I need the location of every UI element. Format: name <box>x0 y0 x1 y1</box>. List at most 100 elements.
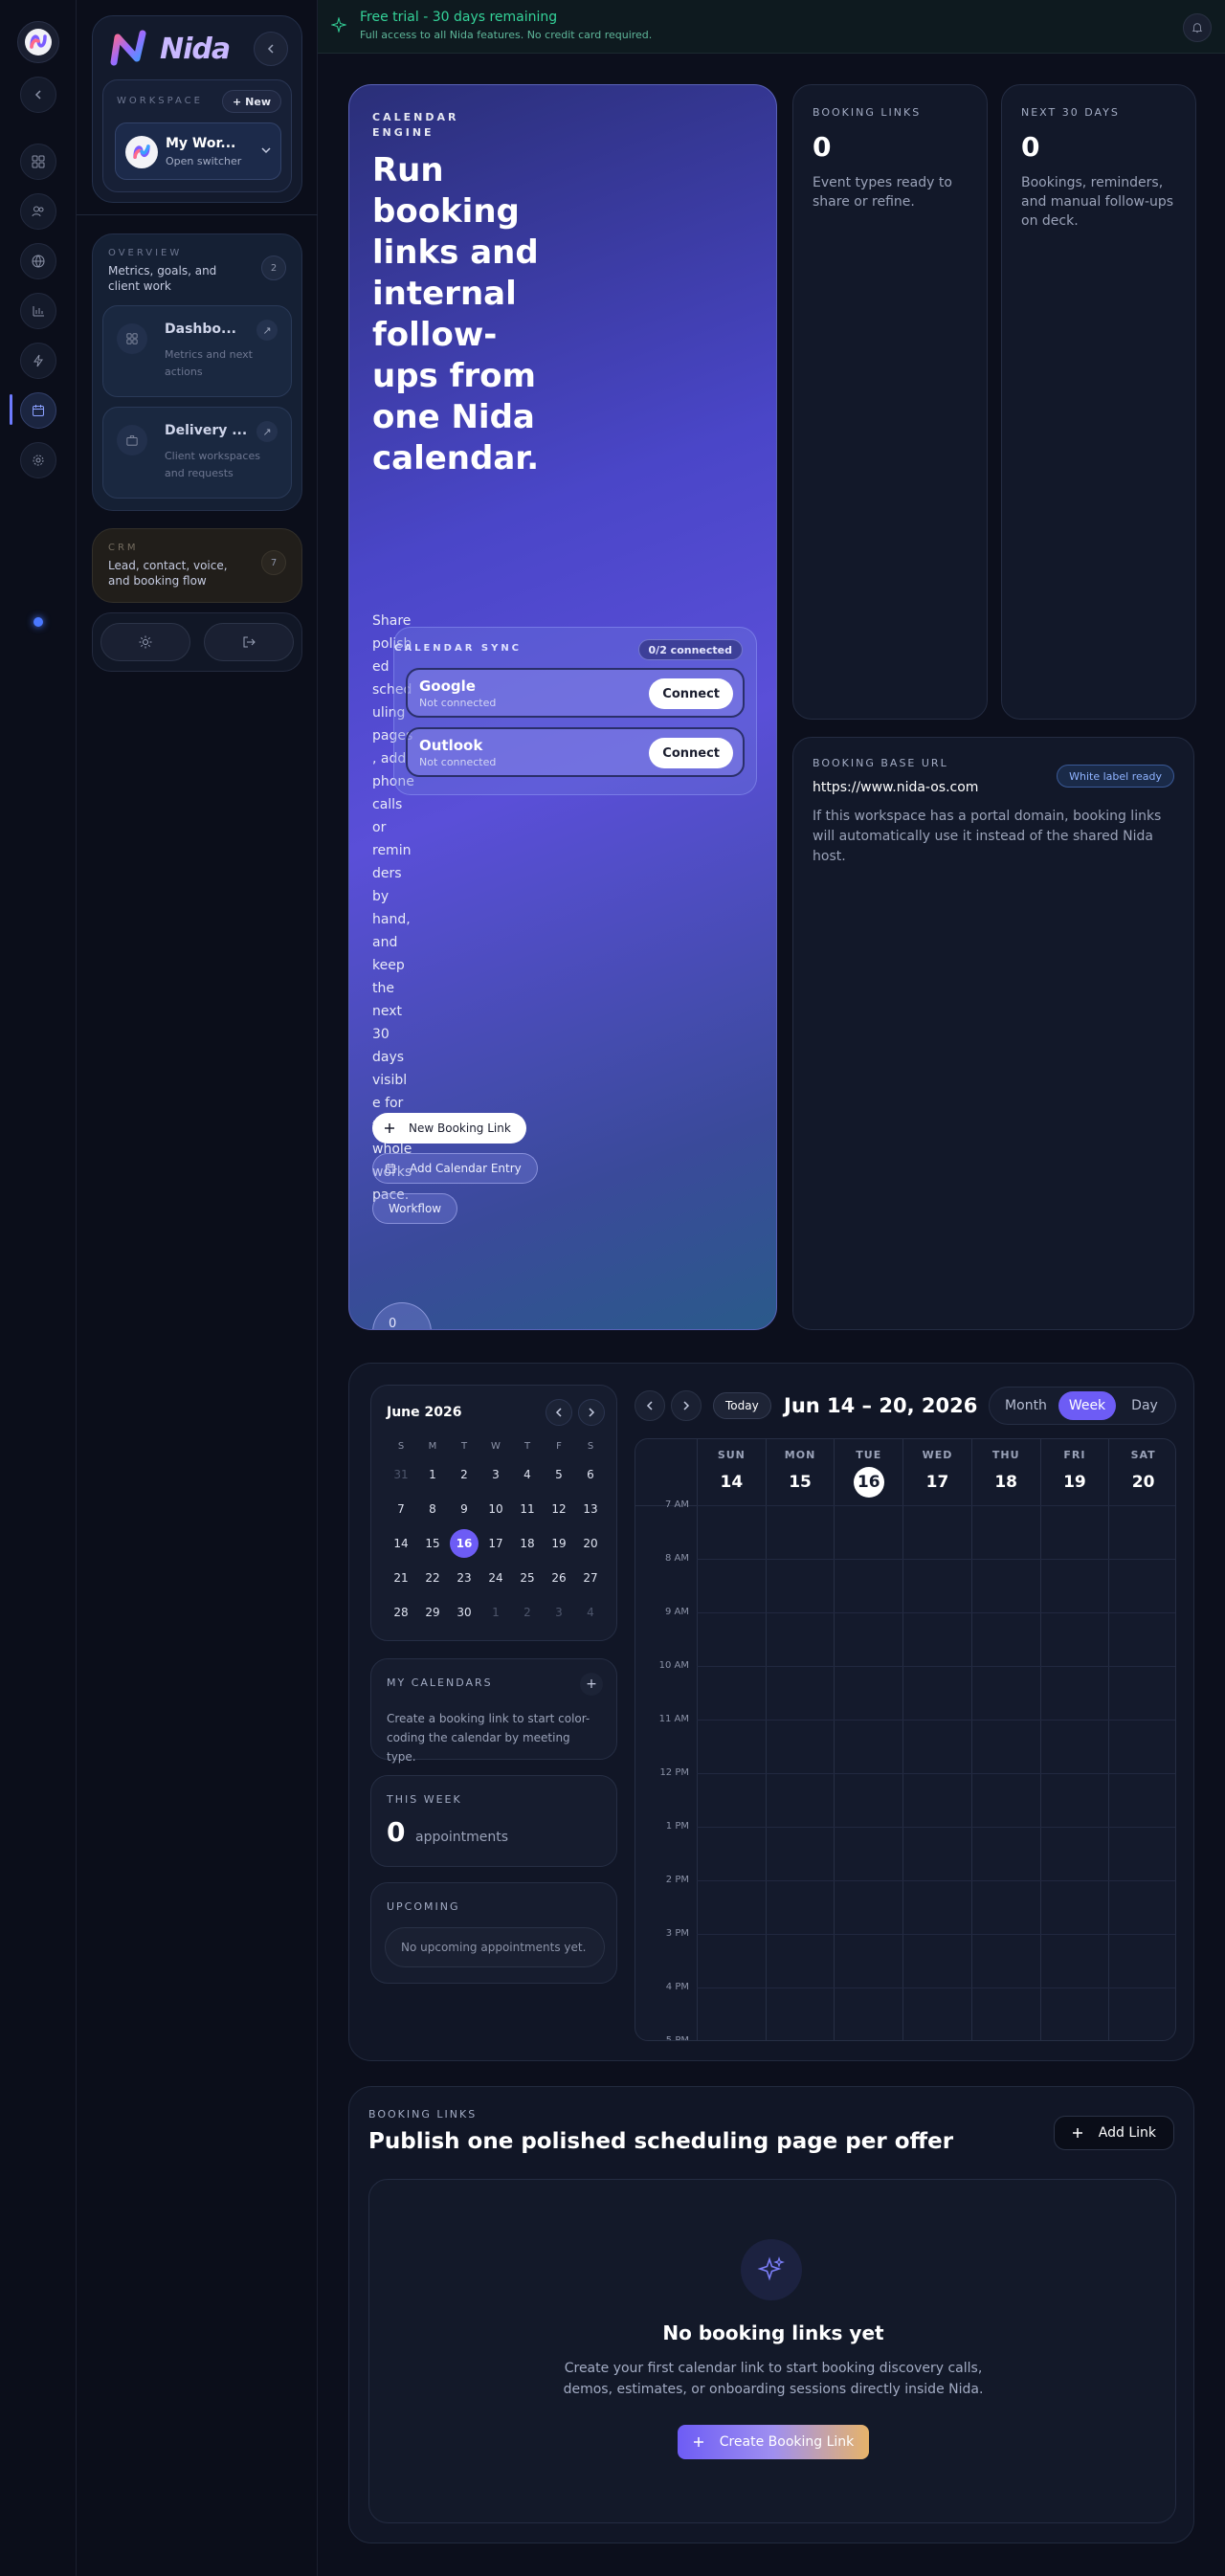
lightning-icon[interactable] <box>20 343 56 379</box>
calendar-day[interactable]: 1 <box>418 1460 447 1489</box>
calendar-day[interactable]: 19 <box>545 1529 573 1558</box>
next-month-button[interactable] <box>578 1399 605 1426</box>
day-of-week: TUE <box>856 1449 882 1461</box>
calendar-day[interactable]: 29 <box>418 1598 447 1627</box>
calendar-day[interactable]: 3 <box>545 1598 573 1627</box>
add-link-button[interactable]: Add Link <box>1053 2116 1174 2150</box>
nav-group-crm[interactable]: CRM Lead, contact, voice, and booking fl… <box>92 528 302 603</box>
calendar-day[interactable]: 16 <box>450 1529 479 1558</box>
day-column-header[interactable]: SAT 20 <box>1108 1439 1175 1506</box>
calendar-day[interactable]: 20 <box>576 1529 605 1558</box>
calendar-day[interactable]: 8 <box>418 1495 447 1523</box>
day-column-header[interactable]: TUE 16 <box>834 1439 902 1506</box>
calendar-day[interactable]: 21 <box>387 1564 415 1592</box>
today-button[interactable]: Today <box>713 1392 771 1419</box>
calendar-day[interactable]: 17 <box>481 1529 510 1558</box>
brand[interactable]: Nida <box>108 30 231 68</box>
calendar-day[interactable]: 9 <box>450 1495 479 1523</box>
plus-icon <box>693 2437 703 2447</box>
workflow-button[interactable]: Workflow <box>372 1193 458 1224</box>
calendar-day[interactable]: 18 <box>513 1529 542 1558</box>
calendar-day[interactable]: 25 <box>513 1564 542 1592</box>
notifications-button[interactable] <box>1183 13 1212 42</box>
button-label: New Booking Link <box>409 1121 511 1135</box>
calendar-day[interactable]: 30 <box>450 1598 479 1627</box>
workspace-switcher[interactable]: My Wor... Open switcher <box>115 122 281 180</box>
new-booking-link-button[interactable]: New Booking Link <box>372 1113 526 1144</box>
day-column-header[interactable]: WED 17 <box>902 1439 971 1506</box>
calendar-day[interactable]: 1 <box>481 1598 510 1627</box>
calendar-day[interactable]: 7 <box>387 1495 415 1523</box>
day-column-header[interactable]: FRI 19 <box>1039 1439 1109 1506</box>
connect-google-button[interactable]: Connect <box>649 678 733 709</box>
add-calendar-entry-button[interactable]: Add Calendar Entry <box>372 1153 538 1184</box>
section-title: Publish one polished scheduling page per… <box>368 2129 954 2154</box>
create-booking-link-button[interactable]: Create Booking Link <box>678 2425 869 2459</box>
this-week-card: THIS WEEK 0 appointments <box>370 1775 617 1867</box>
view-month[interactable]: Month <box>995 1391 1057 1420</box>
base-url-value[interactable]: https://www.nida-os.com <box>813 780 978 795</box>
connect-outlook-button[interactable]: Connect <box>649 738 733 768</box>
prev-month-button[interactable] <box>546 1399 572 1426</box>
calendar-day[interactable]: 4 <box>513 1460 542 1489</box>
plus-icon <box>385 1123 394 1133</box>
group-label: OVERVIEW <box>108 248 183 258</box>
stat-label: NEXT 30 DAYS <box>1021 106 1120 119</box>
calendar-day[interactable]: 24 <box>481 1564 510 1592</box>
day-column-header[interactable]: SUN 14 <box>697 1439 766 1506</box>
calendar-day[interactable]: 6 <box>576 1460 605 1489</box>
users-icon[interactable] <box>20 193 56 230</box>
calendar-icon[interactable] <box>20 392 56 429</box>
calendar-day[interactable]: 15 <box>418 1529 447 1558</box>
theme-toggle-button[interactable] <box>100 623 190 661</box>
calendar-day[interactable]: 28 <box>387 1598 415 1627</box>
calendar-day[interactable]: 2 <box>513 1598 542 1627</box>
calendar-day[interactable]: 5 <box>545 1460 573 1489</box>
bar-chart-icon[interactable] <box>20 293 56 329</box>
day-column-header[interactable]: MON 15 <box>765 1439 835 1506</box>
day-of-week: FRI <box>1063 1449 1086 1461</box>
sidebar-item-dashboard[interactable]: Dashbo... ↗ Metrics and next actions <box>102 305 292 397</box>
bell-icon <box>1192 23 1203 33</box>
calendar-day[interactable]: 14 <box>387 1529 415 1558</box>
new-workspace-button[interactable]: + New <box>221 90 281 113</box>
collapse-sidebar-button[interactable] <box>254 32 288 66</box>
calendar-day[interactable]: 13 <box>576 1495 605 1523</box>
chevron-left-icon <box>267 44 274 54</box>
calendar-day[interactable]: 2 <box>450 1460 479 1489</box>
sidebar-item-delivery[interactable]: Delivery ... ↗ Client workspaces and req… <box>102 407 292 499</box>
calendar-day[interactable]: 22 <box>418 1564 447 1592</box>
card-label: UPCOMING <box>387 1900 460 1913</box>
calendar-day[interactable]: 11 <box>513 1495 542 1523</box>
calendar-day[interactable]: 27 <box>576 1564 605 1592</box>
hero-title: Run booking links and internal follow-up… <box>372 151 540 477</box>
dashboard-grid-icon[interactable] <box>20 144 56 180</box>
hour-line <box>697 1559 1175 1560</box>
calendar-day[interactable]: 31 <box>387 1460 415 1489</box>
calendar-day[interactable]: 10 <box>481 1495 510 1523</box>
empty-state: No booking links yet Create your first c… <box>368 2179 1176 2523</box>
next-week-button[interactable] <box>671 1390 702 1421</box>
hour-line <box>697 1773 1175 1774</box>
calendar-day[interactable]: 3 <box>481 1460 510 1489</box>
calendar-day[interactable]: 26 <box>545 1564 573 1592</box>
dashboard-grid-icon <box>117 323 147 354</box>
prev-week-button[interactable] <box>635 1390 665 1421</box>
week-grid-body[interactable]: 7 AM 8 AM 9 AM 10 AM 11 AM 12 PM 1 PM 2 PM 3 PM 4… <box>635 1499 1175 2040</box>
view-week[interactable]: Week <box>1058 1391 1116 1420</box>
calendar-day[interactable]: 23 <box>450 1564 479 1592</box>
calendar-day[interactable]: 4 <box>576 1598 605 1627</box>
nav-group-overview[interactable]: OVERVIEW Metrics, goals, and client work… <box>92 233 302 511</box>
logo-icon[interactable] <box>17 21 59 63</box>
globe-icon[interactable] <box>20 243 56 279</box>
add-calendar-button[interactable]: + <box>580 1673 603 1696</box>
calendar-day[interactable]: 12 <box>545 1495 573 1523</box>
logout-button[interactable] <box>204 623 294 661</box>
hour-label: 7 AM <box>664 1499 689 1510</box>
view-day[interactable]: Day <box>1118 1391 1171 1420</box>
settings-gear-icon[interactable] <box>20 442 56 478</box>
day-column-header[interactable]: THU 18 <box>970 1439 1040 1506</box>
stat-desc: Event types ready to share or refine. <box>813 175 952 210</box>
expand-sidebar-icon[interactable] <box>20 77 56 113</box>
chevron-right-icon <box>589 1408 595 1417</box>
